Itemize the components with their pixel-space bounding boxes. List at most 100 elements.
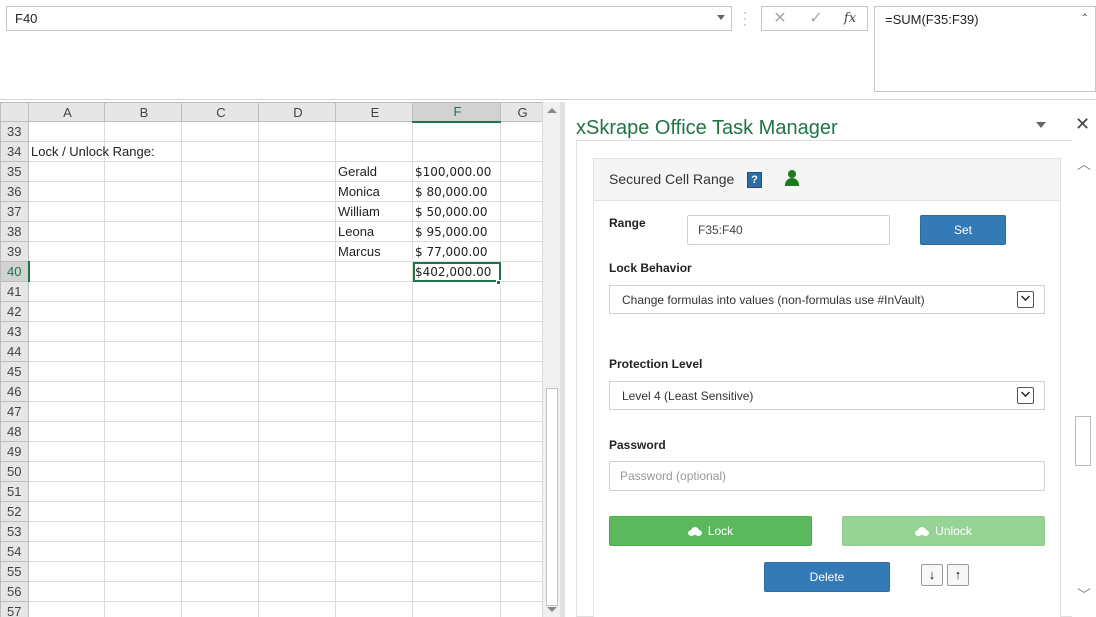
cell-c39[interactable] (181, 241, 259, 262)
cell-d34[interactable] (258, 141, 336, 162)
cell-a50[interactable] (28, 461, 105, 482)
cell-d48[interactable] (258, 421, 336, 442)
row-header[interactable]: 57 (0, 601, 29, 617)
cell-f57[interactable] (412, 601, 501, 617)
cell-d52[interactable] (258, 501, 336, 522)
row-header[interactable]: 40 (0, 261, 30, 282)
cell-f48[interactable] (412, 421, 501, 442)
column-header-g[interactable]: G (500, 102, 543, 122)
cell-a54[interactable] (28, 541, 105, 562)
cell-g40[interactable] (500, 261, 543, 282)
cell-b43[interactable] (104, 321, 182, 342)
cell-g49[interactable] (500, 441, 543, 462)
cell-g35[interactable] (500, 161, 543, 182)
user-icon[interactable] (784, 170, 800, 188)
cell-e53[interactable] (335, 521, 413, 542)
check-icon[interactable]: ✓ (804, 9, 828, 29)
cell-c33[interactable] (181, 121, 259, 142)
column-header-f[interactable]: F (412, 102, 501, 123)
cell-c49[interactable] (181, 441, 259, 462)
select-all-corner[interactable] (0, 102, 29, 122)
row-header[interactable]: 35 (0, 161, 29, 182)
row-header[interactable]: 33 (0, 121, 29, 142)
cell-a44[interactable] (28, 341, 105, 362)
cell-f38[interactable]: $ 95,000.00 (412, 221, 501, 242)
unlock-button[interactable]: Unlock (842, 516, 1045, 546)
cell-d37[interactable] (258, 201, 336, 222)
cell-e47[interactable] (335, 401, 413, 422)
column-header-c[interactable]: C (181, 102, 259, 122)
cell-b35[interactable] (104, 161, 182, 182)
formula-bar-splitter[interactable]: · · · (742, 6, 748, 30)
cell-a34[interactable]: Lock / Unlock Range: (28, 141, 155, 162)
cell-g33[interactable] (500, 121, 543, 142)
cell-a36[interactable] (28, 181, 105, 202)
arrow-up-icon[interactable]: ↑ (947, 564, 969, 586)
cell-f52[interactable] (412, 501, 501, 522)
cell-a56[interactable] (28, 581, 105, 602)
lock-button[interactable]: Lock (609, 516, 812, 546)
cell-f45[interactable] (412, 361, 501, 382)
help-icon[interactable]: ? (747, 172, 762, 188)
cell-a33[interactable] (28, 121, 105, 142)
cell-b50[interactable] (104, 461, 182, 482)
cell-b51[interactable] (104, 481, 182, 502)
cell-g51[interactable] (500, 481, 543, 502)
cell-d50[interactable] (258, 461, 336, 482)
cell-b46[interactable] (104, 381, 182, 402)
cell-d41[interactable] (258, 281, 336, 302)
cell-g56[interactable] (500, 581, 543, 602)
cell-c50[interactable] (181, 461, 259, 482)
cell-c34[interactable] (181, 141, 259, 162)
range-input[interactable]: F35:F40 (687, 215, 890, 245)
cell-g46[interactable] (500, 381, 543, 402)
row-header[interactable]: 43 (0, 321, 29, 342)
cell-e49[interactable] (335, 441, 413, 462)
cell-e50[interactable] (335, 461, 413, 482)
cell-g47[interactable] (500, 401, 543, 422)
cell-f41[interactable] (412, 281, 501, 302)
cell-a41[interactable] (28, 281, 105, 302)
cell-c36[interactable] (181, 181, 259, 202)
cell-e42[interactable] (335, 301, 413, 322)
cell-d42[interactable] (258, 301, 336, 322)
cell-f37[interactable]: $ 50,000.00 (412, 201, 501, 222)
cell-b33[interactable] (104, 121, 182, 142)
cell-d33[interactable] (258, 121, 336, 142)
cell-a35[interactable] (28, 161, 105, 182)
cell-d38[interactable] (258, 221, 336, 242)
cell-a47[interactable] (28, 401, 105, 422)
arrow-down-icon[interactable]: ↓ (921, 564, 943, 586)
cell-e52[interactable] (335, 501, 413, 522)
cell-g53[interactable] (500, 521, 543, 542)
row-header[interactable]: 36 (0, 181, 29, 202)
cell-g54[interactable] (500, 541, 543, 562)
column-header-b[interactable]: B (104, 102, 182, 122)
row-header[interactable]: 47 (0, 401, 29, 422)
row-header[interactable]: 38 (0, 221, 29, 242)
cell-d53[interactable] (258, 521, 336, 542)
scroll-up-icon[interactable] (547, 108, 557, 113)
cell-b54[interactable] (104, 541, 182, 562)
cell-d36[interactable] (258, 181, 336, 202)
cell-e39[interactable]: Marcus (335, 241, 413, 262)
protection-level-select[interactable]: Level 4 (Least Sensitive) (609, 381, 1045, 410)
cell-a49[interactable] (28, 441, 105, 462)
cell-g50[interactable] (500, 461, 543, 482)
cell-b41[interactable] (104, 281, 182, 302)
cell-b40[interactable] (104, 261, 182, 282)
formula-input[interactable]: =SUM(F35:F39) ⌃ (874, 6, 1096, 92)
cell-f55[interactable] (412, 561, 501, 582)
cell-f51[interactable] (412, 481, 501, 502)
cell-b38[interactable] (104, 221, 182, 242)
row-header[interactable]: 37 (0, 201, 29, 222)
row-header[interactable]: 51 (0, 481, 29, 502)
cell-c43[interactable] (181, 321, 259, 342)
cell-g37[interactable] (500, 201, 543, 222)
cell-a51[interactable] (28, 481, 105, 502)
task-pane-scrollbar[interactable]: ︿ ﹀ (1072, 140, 1096, 617)
cell-a48[interactable] (28, 421, 105, 442)
cell-b37[interactable] (104, 201, 182, 222)
cell-a46[interactable] (28, 381, 105, 402)
collapse-formula-icon[interactable]: ⌃ (1081, 13, 1089, 24)
